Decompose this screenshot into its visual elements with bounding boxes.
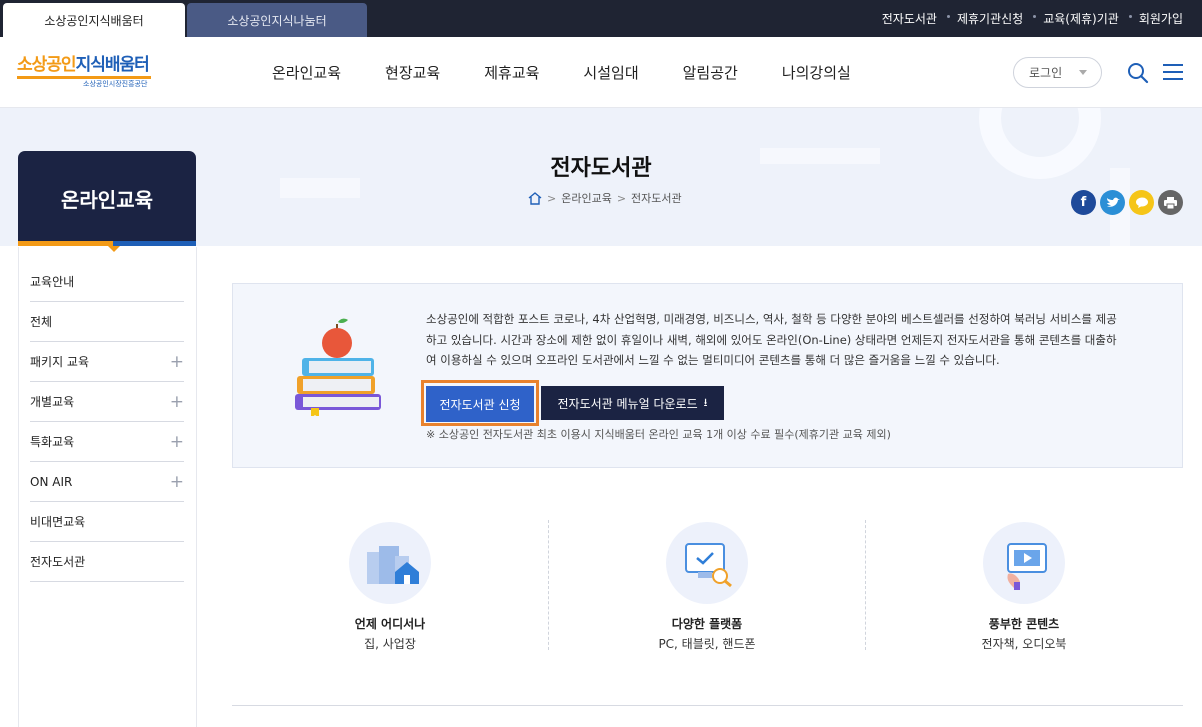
nav-field-edu[interactable]: 현장교육 [385, 62, 440, 83]
facebook-icon[interactable]: f [1071, 190, 1096, 215]
nav-partner-edu[interactable]: 제휴교육 [484, 62, 539, 83]
lnb-item-label: 전자도서관 [30, 555, 86, 569]
nav-facility-rental[interactable]: 시설임대 [583, 62, 638, 83]
nav-online-edu[interactable]: 온라인교육 [272, 62, 341, 83]
logo-subtitle: 소상공인시장진흥공단 [83, 80, 148, 88]
books-apple-illustration [295, 318, 381, 416]
monitor-check-icon [685, 543, 732, 588]
lnb-item-label: ON AIR [30, 474, 73, 489]
lnb-item-individual[interactable]: 개별교육 + [30, 382, 184, 422]
elibrary-apply-button[interactable]: 전자도서관 신청 [426, 386, 534, 422]
feature-title: 언제 어디서나 [354, 617, 426, 631]
plus-icon[interactable]: + [170, 472, 184, 492]
manual-download-label: 전자도서관 메뉴얼 다운로드 [557, 396, 698, 411]
breadcrumb-online-edu[interactable]: 온라인교육 [561, 190, 612, 206]
lnb-title: 온라인교육 [18, 151, 196, 246]
nav-my-classroom[interactable]: 나의강의실 [782, 62, 851, 83]
lnb-item-label: 특화교육 [30, 435, 75, 449]
login-button[interactable]: 로그인 [1013, 57, 1102, 88]
plus-icon[interactable]: + [170, 392, 184, 412]
kakao-talk-icon[interactable] [1129, 190, 1154, 215]
download-icon: ⭳ [703, 395, 708, 409]
lnb-item-label: 개별교육 [30, 395, 75, 409]
breadcrumb-current: 전자도서관 [631, 192, 682, 205]
feature-subtitle: 집, 사업장 [364, 637, 416, 651]
util-link-elibrary[interactable]: 전자도서관 [872, 10, 947, 27]
hamburger-menu-icon[interactable] [1163, 63, 1183, 81]
description-line-2: 하고 있습니다. 시간과 장소에 제한 없이 휴일이나 새벽, 해외에 있어도 … [426, 332, 1117, 347]
feature-subtitle: PC, 태블릿, 핸드폰 [658, 637, 756, 651]
lnb-item-special[interactable]: 특화교육 + [30, 422, 184, 462]
content-bottom-divider [232, 705, 1183, 706]
tab-knowledge-sharing[interactable]: 소상공인지식나눔터 [187, 3, 367, 37]
nav-notice[interactable]: 알림공간 [683, 62, 738, 83]
breadcrumb: > 온라인교육 > 전자도서관 [528, 190, 682, 206]
util-link-edu-institution[interactable]: 교육(제휴)기관 [1033, 10, 1129, 27]
lnb-item-untact[interactable]: 비대면교육 [30, 502, 184, 542]
video-play-icon [1007, 543, 1047, 590]
usage-notice: ※ 소상공인 전자도서관 최초 이용시 지식배움터 온라인 교육 1개 이상 수… [426, 428, 891, 441]
lnb-bar-blue [113, 241, 196, 246]
logo-text-b: 지식배움터 [75, 55, 150, 75]
feature-title: 다양한 플랫폼 [671, 617, 743, 631]
manual-download-button[interactable]: 전자도서관 메뉴얼 다운로드 ⭳ [541, 386, 724, 420]
home-icon[interactable] [528, 191, 542, 205]
lnb-item-elibrary[interactable]: 전자도서관 [30, 542, 184, 582]
lnb-item-all[interactable]: 전체 [30, 302, 184, 342]
chevron-down-icon [1079, 70, 1087, 75]
twitter-icon[interactable] [1100, 190, 1125, 215]
description-line-1: 소상공인에 적합한 포스트 코로나, 4차 산업혁명, 미래경영, 비즈니스, … [426, 312, 1117, 326]
lnb-item-label: 패키지 교육 [30, 355, 90, 369]
tab-knowledge-learning[interactable]: 소상공인지식배움터 [3, 3, 185, 37]
util-link-signup[interactable]: 회원가입 [1128, 10, 1202, 27]
elibrary-description: 소상공인에 적합한 포스트 코로나, 4차 산업혁명, 미래경영, 비즈니스, … [426, 309, 1150, 371]
logo-text-a: 소상공인 [17, 55, 77, 75]
lnb-item-label: 비대면교육 [30, 515, 86, 529]
login-label: 로그인 [1029, 66, 1063, 80]
lnb-menu: 교육안내 전체 패키지 교육 + 개별교육 + 특화교육 + ON AIR + 비대면교… [30, 262, 184, 582]
print-icon[interactable] [1158, 190, 1183, 215]
site-logo[interactable]: 소상공인지식배움터 소상공인시장진흥공단 [17, 54, 157, 94]
share-buttons: f [1067, 190, 1183, 215]
breadcrumb-separator: > [616, 191, 627, 205]
feature-platform: 다양한 플랫폼 PC, 태블릿, 핸드폰 [549, 520, 865, 651]
feature-anytime: 언제 어디서나 집, 사업장 [232, 520, 548, 651]
top-bar: 소상공인지식배움터 소상공인지식나눔터 전자도서관 제휴기관신청 교육(제휴)기… [0, 0, 1202, 37]
feature-subtitle: 전자책, 오디오북 [981, 637, 1067, 651]
lnb-item-edu-guide[interactable]: 교육안내 [30, 262, 184, 302]
breadcrumb-separator: > [547, 191, 557, 205]
lnb-item-on-air[interactable]: ON AIR + [30, 462, 184, 502]
lnb-item-label: 전체 [30, 315, 53, 329]
main-nav: 온라인교육 현장교육 제휴교육 시설임대 알림공간 나의강의실 [272, 37, 895, 107]
header: 소상공인지식배움터 소상공인시장진흥공단 온라인교육 현장교육 제휴교육 시설임… [0, 37, 1202, 108]
utility-links: 전자도서관 제휴기관신청 교육(제휴)기관 회원가입 [872, 0, 1202, 37]
feature-title: 풍부한 콘텐츠 [988, 617, 1060, 631]
feature-contents: 풍부한 콘텐츠 전자책, 오디오북 [866, 520, 1182, 651]
plus-icon[interactable]: + [170, 352, 184, 372]
util-link-partner-apply[interactable]: 제휴기관신청 [946, 10, 1033, 27]
plus-icon[interactable]: + [170, 432, 184, 452]
lnb-bar-orange [18, 241, 113, 246]
description-line-3: 여 이용하실 수 있으며 오프라인 도서관에서 느낄 수 없는 멀티미디어 콘텐… [426, 353, 1000, 367]
lnb-item-package[interactable]: 패키지 교육 + [30, 342, 184, 382]
lnb-item-label: 교육안내 [30, 275, 75, 289]
search-icon[interactable] [1127, 62, 1149, 84]
building-home-icon [367, 546, 419, 584]
